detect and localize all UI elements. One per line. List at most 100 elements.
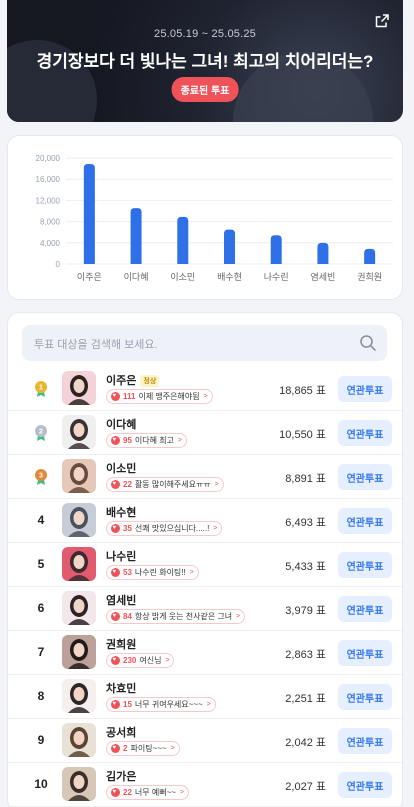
related-vote-button[interactable]: 연관투표 xyxy=(338,772,392,798)
rank-number: 10 xyxy=(34,777,48,791)
table-row[interactable]: 10 김가은 22 너무 예뻐~~ > 2,027 표 연관투표 xyxy=(8,763,404,807)
cheer-comment[interactable]: 111 이제 맹주은해야됨 > xyxy=(106,389,213,404)
gold-medal-icon: 1 xyxy=(35,381,47,397)
x-tick-label: 이주은 xyxy=(77,272,102,282)
candidate-name: 공서희 xyxy=(106,724,136,740)
heart-icon xyxy=(111,788,120,797)
avatar[interactable] xyxy=(62,591,96,625)
share-icon[interactable] xyxy=(375,14,389,28)
search-bar[interactable]: 투표 대상을 검색해 보세요. xyxy=(22,325,387,361)
table-row[interactable]: 1 이주은정상 111 이제 맹주은해야됨 > 18,865 표 연관투표 xyxy=(8,367,404,411)
table-row[interactable]: 3 이소민 22 활동 많이해주세요ㅠㅠ > 8,891 표 연관투표 xyxy=(8,455,404,499)
cheer-comment[interactable]: 35 선쾌 맛있으십니다.....! > xyxy=(106,521,223,536)
related-vote-button[interactable]: 연관투표 xyxy=(338,508,392,534)
vote-unit: 표 xyxy=(315,429,326,441)
cheer-text: 나수린 화이팅!! xyxy=(134,568,186,577)
medal-rank: 2 xyxy=(39,429,43,436)
vote-unit: 표 xyxy=(315,781,326,793)
bar-권희원[interactable] xyxy=(364,248,376,264)
avatar[interactable] xyxy=(62,767,96,801)
related-vote-button[interactable]: 연관투표 xyxy=(338,464,392,490)
candidate-name: 김가은 xyxy=(106,768,136,784)
vote-count: 8,891 표 xyxy=(285,470,326,486)
related-vote-button[interactable]: 연관투표 xyxy=(338,684,392,710)
vote-count: 2,042 표 xyxy=(285,734,326,750)
heart-icon xyxy=(111,568,120,577)
bar-배수현[interactable] xyxy=(224,229,235,264)
avatar[interactable] xyxy=(62,459,96,493)
chevron-right-icon: > xyxy=(179,789,184,796)
avatar[interactable] xyxy=(62,679,96,713)
bar-이소민[interactable] xyxy=(177,216,189,264)
candidate-name-text: 나수린 xyxy=(106,551,137,563)
table-row[interactable]: 4 배수현 35 선쾌 맛있으십니다.....! > 6,493 표 연관투표 xyxy=(8,499,404,543)
cheer-count: 15 xyxy=(123,700,132,709)
vote-count-value: 18,865 xyxy=(279,385,313,397)
cheer-count: 95 xyxy=(123,436,132,445)
vote-count: 18,865 표 xyxy=(279,382,326,398)
avatar-image xyxy=(68,463,90,493)
avatar-image xyxy=(68,507,90,537)
cheer-comment[interactable]: 2 파이팅~~~ > xyxy=(106,741,180,756)
y-tick-label: 0 xyxy=(56,260,61,269)
related-vote-button[interactable]: 연관투표 xyxy=(338,420,392,446)
heart-icon xyxy=(111,744,120,753)
related-vote-button[interactable]: 연관투표 xyxy=(338,728,392,754)
x-tick-label: 염세빈 xyxy=(311,272,336,282)
avatar[interactable] xyxy=(62,547,96,581)
related-vote-button[interactable]: 연관투표 xyxy=(338,552,392,578)
table-row[interactable]: 2 이다혜 95 이다혜 최고 > 10,550 표 연관투표 xyxy=(8,411,404,455)
cheer-comment[interactable]: 53 나수린 화이팅!! > xyxy=(106,565,199,580)
avatar-image xyxy=(68,771,90,801)
avatar-image xyxy=(68,727,90,757)
table-row[interactable]: 5 나수린 53 나수린 화이팅!! > 5,433 표 연관투표 xyxy=(8,543,404,587)
vote-count-value: 5,433 xyxy=(285,561,313,573)
cheer-count: 22 xyxy=(123,480,132,489)
vote-count: 2,251 표 xyxy=(285,690,326,706)
candidate-name: 이주은 정상 xyxy=(106,372,160,388)
chevron-right-icon: > xyxy=(213,525,218,532)
table-row[interactable]: 9 공서희 2 파이팅~~~ > 2,042 표 연관투표 xyxy=(8,719,404,763)
table-row[interactable]: 6 염세빈 84 항상 밝게 웃는 천사같은 그녀 > 3,979 표 연관투표 xyxy=(8,587,404,631)
vote-unit: 표 xyxy=(315,561,326,573)
avatar[interactable] xyxy=(62,415,96,449)
heart-icon xyxy=(111,524,120,533)
cheer-comment[interactable]: 84 항상 밝게 웃는 천사같은 그녀 > xyxy=(106,609,246,624)
related-vote-button[interactable]: 연관투표 xyxy=(338,640,392,666)
y-tick-label: 8,000 xyxy=(40,218,61,227)
vote-unit: 표 xyxy=(315,517,326,529)
cheer-text: 이다혜 최고 xyxy=(134,436,174,445)
candidate-name: 배수현 xyxy=(106,504,136,520)
status-badge: 종료된 투표 xyxy=(171,77,239,102)
y-tick-label: 16,000 xyxy=(36,175,61,184)
bar-염세빈[interactable] xyxy=(317,242,329,264)
cheer-comment[interactable]: 95 이다혜 최고 > xyxy=(106,433,187,448)
bronze-medal-icon: 3 xyxy=(35,469,47,485)
cheer-comment[interactable]: 22 활동 많이해주세요ㅠㅠ > xyxy=(106,477,224,492)
avatar[interactable] xyxy=(62,371,96,405)
rank-number: 9 xyxy=(37,733,45,747)
vote-unit: 표 xyxy=(315,737,326,749)
cheer-comment[interactable]: 15 너무 귀여우세요~~~ > xyxy=(106,697,216,712)
avatar-image xyxy=(68,595,90,625)
chevron-right-icon: > xyxy=(170,745,175,752)
related-vote-button[interactable]: 연관투표 xyxy=(338,376,392,402)
table-row[interactable]: 7 권희원 230 여신님 > 2,863 표 연관투표 xyxy=(8,631,404,675)
search-input[interactable]: 투표 대상을 검색해 보세요. xyxy=(34,336,158,352)
cheer-count: 53 xyxy=(123,568,132,577)
medal-rank: 3 xyxy=(39,473,43,480)
bar-이다혜[interactable] xyxy=(130,208,142,264)
x-tick-label: 이다혜 xyxy=(124,271,149,282)
avatar[interactable] xyxy=(62,503,96,537)
avatar[interactable] xyxy=(62,635,96,669)
cheer-comment[interactable]: 22 너무 예뻐~~ > xyxy=(106,785,189,800)
bar-나수린[interactable] xyxy=(270,235,282,264)
bar-이주은[interactable] xyxy=(83,164,95,264)
related-vote-button[interactable]: 연관투표 xyxy=(338,596,392,622)
avatar[interactable] xyxy=(62,723,96,757)
event-title: 경기장보다 더 빛나는 그녀! 최고의 치어리더는? xyxy=(36,52,374,71)
table-row[interactable]: 8 차효민 15 너무 귀여우세요~~~ > 2,251 표 연관투표 xyxy=(8,675,404,719)
search-icon[interactable] xyxy=(359,334,377,352)
cheer-comment[interactable]: 230 여신님 > xyxy=(106,653,175,668)
candidate-name-text: 김가은 xyxy=(106,771,137,783)
